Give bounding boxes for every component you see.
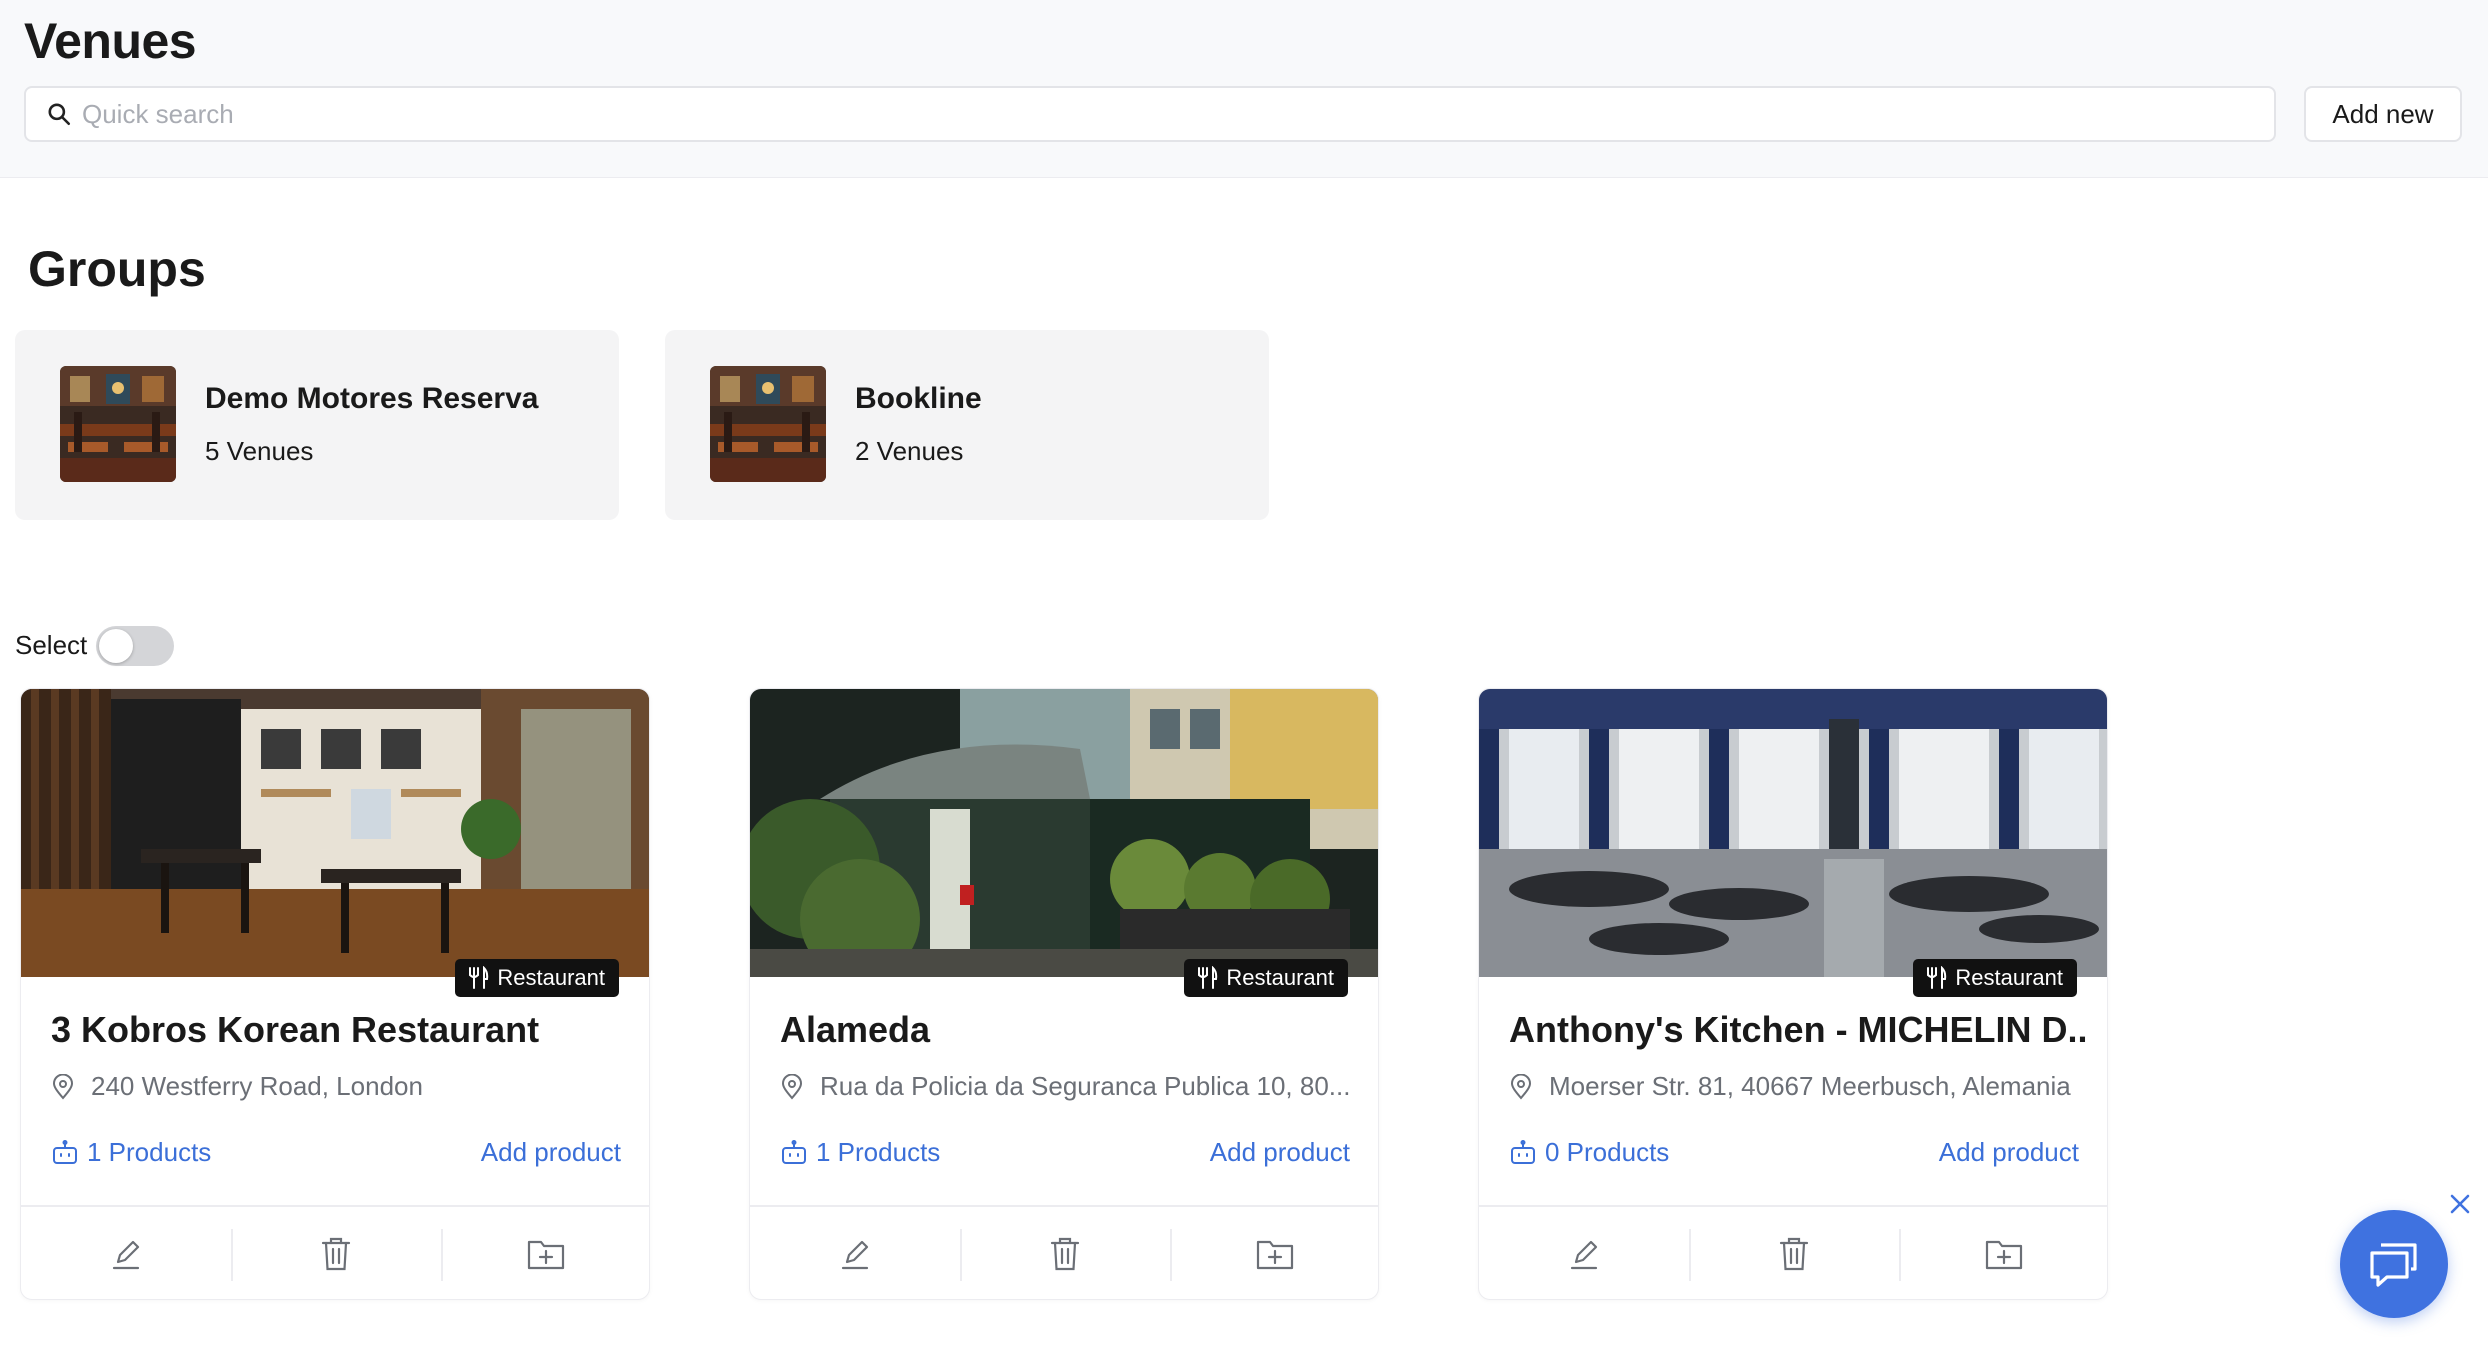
robot-icon: [1511, 1139, 1535, 1164]
chat-icon: [2370, 1243, 2417, 1287]
fork-knife-icon: [1927, 966, 1947, 989]
add-to-folder-button[interactable]: [441, 1207, 649, 1299]
venue-name[interactable]: 3 Kobros Korean Restaurant: [51, 1009, 631, 1051]
chat-close-button[interactable]: [2446, 1190, 2474, 1218]
venue-products-count: 1 Products: [816, 1137, 941, 1167]
folder-plus-icon: [1256, 1240, 1294, 1270]
venue-image: [1479, 689, 2107, 977]
venue-actions: [21, 1205, 649, 1299]
group-thumbnail: [60, 366, 176, 482]
group-thumbnail: [710, 366, 826, 482]
location-pin-icon: [1510, 1073, 1532, 1100]
add-product-link[interactable]: Add product: [1210, 1137, 1350, 1168]
chat-button[interactable]: [2340, 1210, 2448, 1318]
venue-name[interactable]: Anthony's Kitchen - MICHELIN D...: [1509, 1009, 2089, 1051]
venue-type-label: Restaurant: [1226, 965, 1334, 990]
edit-venue-button[interactable]: [21, 1207, 231, 1299]
group-venue-count: 2 Venues: [855, 436, 964, 466]
add-new-button[interactable]: Add new: [2304, 86, 2462, 142]
delete-venue-button[interactable]: [1689, 1207, 1899, 1299]
group-card-bookline[interactable]: Bookline 2 Venues: [665, 330, 1269, 520]
select-toggle[interactable]: [96, 626, 174, 666]
venue-image: [750, 689, 1378, 977]
robot-icon: [53, 1139, 77, 1164]
group-venue-count: 5 Venues: [205, 436, 314, 466]
search-input[interactable]: [82, 98, 2182, 130]
pencil-icon: [1570, 1240, 1598, 1270]
venue-products-link[interactable]: 1 Products: [780, 1137, 940, 1168]
group-name: Demo Motores Reserva: [205, 382, 539, 415]
venue-type-badge: Restaurant: [455, 959, 619, 997]
fork-knife-icon: [469, 966, 489, 989]
folder-plus-icon: [527, 1240, 565, 1270]
delete-venue-button[interactable]: [960, 1207, 1170, 1299]
venue-products-link[interactable]: 1 Products: [51, 1137, 211, 1168]
venue-name[interactable]: Alameda: [780, 1009, 1360, 1051]
pencil-icon: [841, 1240, 869, 1270]
fork-knife-icon: [1198, 966, 1218, 989]
venue-address-text: Moerser Str. 81, 40667 Meerbusch, Aleman…: [1549, 1071, 2071, 1101]
venue-address: Moerser Str. 81, 40667 Meerbusch, Aleman…: [1509, 1071, 2089, 1102]
venue-address-text: 240 Westferry Road, London: [91, 1071, 423, 1101]
venue-image: [21, 689, 649, 977]
delete-venue-button[interactable]: [231, 1207, 441, 1299]
groups-title: Groups: [28, 241, 206, 297]
page-header: Venues Add new: [0, 0, 2488, 178]
robot-icon: [782, 1139, 806, 1164]
venue-products-count: 1 Products: [87, 1137, 212, 1167]
edit-venue-button[interactable]: [1479, 1207, 1689, 1299]
edit-venue-button[interactable]: [750, 1207, 960, 1299]
trash-icon: [321, 1237, 351, 1271]
add-product-link[interactable]: Add product: [481, 1137, 621, 1168]
folder-plus-icon: [1985, 1240, 2023, 1270]
venue-card[interactable]: Restaurant Alameda Rua da Policia da Seg…: [749, 688, 1379, 1300]
venue-card[interactable]: Restaurant 3 Kobros Korean Restaurant 24…: [20, 688, 650, 1300]
group-name: Bookline: [855, 382, 982, 415]
select-label: Select: [15, 630, 88, 660]
location-pin-icon: [781, 1073, 803, 1100]
add-to-folder-button[interactable]: [1899, 1207, 2107, 1299]
venue-type-label: Restaurant: [497, 965, 605, 990]
venue-address-text: Rua da Policia da Seguranca Publica 10, …: [820, 1071, 1351, 1101]
venue-type-label: Restaurant: [1955, 965, 2063, 990]
search-icon: [48, 103, 71, 126]
venue-type-badge: Restaurant: [1913, 959, 2077, 997]
venue-actions: [750, 1205, 1378, 1299]
group-card-demo-motores-reserva[interactable]: Demo Motores Reserva 5 Venues: [15, 330, 619, 520]
close-icon: [2450, 1194, 2470, 1214]
venue-products-link[interactable]: 0 Products: [1509, 1137, 1669, 1168]
venue-address: Rua da Policia da Seguranca Publica 10, …: [780, 1071, 1360, 1102]
page-title: Venues: [24, 13, 197, 69]
venue-products-count: 0 Products: [1545, 1137, 1670, 1167]
venue-card[interactable]: Restaurant Anthony's Kitchen - MICHELIN …: [1478, 688, 2108, 1300]
add-product-link[interactable]: Add product: [1939, 1137, 2079, 1168]
trash-icon: [1779, 1237, 1809, 1271]
location-pin-icon: [52, 1073, 74, 1100]
trash-icon: [1050, 1237, 1080, 1271]
venue-actions: [1479, 1205, 2107, 1299]
venue-address: 240 Westferry Road, London: [51, 1071, 631, 1102]
venue-type-badge: Restaurant: [1184, 959, 1348, 997]
search-box[interactable]: [24, 86, 2276, 142]
add-to-folder-button[interactable]: [1170, 1207, 1378, 1299]
pencil-icon: [112, 1240, 140, 1270]
